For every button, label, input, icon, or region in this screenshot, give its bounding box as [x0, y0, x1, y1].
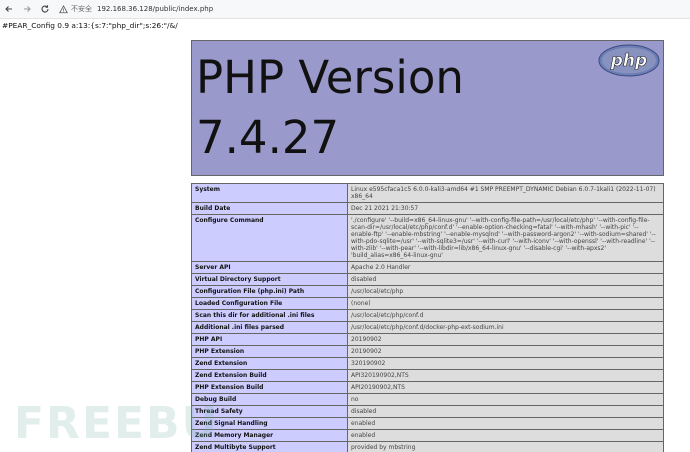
forward-button[interactable] — [18, 0, 36, 19]
row-key: PHP Extension Build — [191, 381, 348, 394]
php-version-header: PHP Version 7.4.27 php — [191, 40, 664, 176]
arrow-left-icon — [5, 6, 12, 12]
title-line-1: PHP Version — [196, 51, 464, 104]
table-row: Additional .ini files parsed/usr/local/e… — [191, 321, 664, 334]
php-info-table: System Linux e595cfaca1c5 6.0.0-kali3-amd… — [191, 183, 664, 452]
row-key: Server API — [191, 261, 348, 274]
table-row: Zend Signal Handling enabled — [191, 417, 664, 430]
row-value: Linux e595cfaca1c5 6.0.0-kali3-amd64 #1 … — [347, 183, 664, 203]
row-value: 20190902 — [347, 333, 664, 346]
row-value: API20190902,NTS — [347, 381, 664, 394]
row-value: disabled — [347, 273, 664, 286]
php-logo[interactable]: php — [598, 44, 660, 77]
table-row: PHP API 20190902 — [191, 333, 664, 346]
php-logo-text: php — [610, 51, 647, 71]
row-value: enabled — [347, 417, 664, 430]
reload-icon — [41, 5, 49, 13]
url-text[interactable]: 192.168.36.128/public/index.php — [97, 5, 213, 13]
row-key: PHP API — [191, 333, 348, 346]
table-row: Configure Command './configure' '--build=… — [191, 214, 664, 262]
row-value: enabled — [347, 429, 664, 442]
table-row: Configuration File (php.ini) Path/usr/lo… — [191, 285, 664, 298]
security-label[interactable]: 不安全 — [71, 4, 92, 14]
freebuf-watermark: FREEBU — [14, 398, 219, 449]
table-row: PHP Extension Build API20190902,NTS — [191, 381, 664, 394]
watermark-text: FREEBU — [14, 398, 220, 449]
table-row: Thread Safety disabled — [191, 405, 664, 418]
row-key: System — [191, 183, 348, 203]
table-row: PHP Extension 20190902 — [191, 345, 664, 358]
row-value: './configure' '--build=x86_64-linux-gnu'… — [347, 214, 664, 262]
row-value: Dec 21 2021 21:30:57 — [347, 202, 664, 215]
row-value: (none) — [347, 297, 664, 310]
row-key: Additional .ini files parsed — [191, 321, 348, 334]
reload-button[interactable] — [36, 0, 54, 19]
table-row: System Linux e595cfaca1c5 6.0.0-kali3-amd… — [191, 183, 664, 203]
table-row: Zend Memory Manager enabled — [191, 429, 664, 442]
row-value: 20190902 — [347, 345, 664, 358]
row-key: Build Date — [191, 202, 348, 215]
row-key: Zend Extension — [191, 357, 348, 370]
table-row: Zend Extension 320190902 — [191, 357, 664, 370]
row-key: Configure Command — [191, 214, 348, 262]
table-row: Loaded Configuration File (none) — [191, 297, 664, 310]
row-value: disabled — [347, 405, 664, 418]
browser-toolbar: 不安全 192.168.36.128/public/index.php — [0, 0, 690, 19]
row-value: Apache 2.0 Handler — [347, 261, 664, 274]
row-value: /usr/local/etc/php/conf.d — [347, 309, 664, 322]
table-row: Zend Extension Build API320190902,NTS — [191, 369, 664, 382]
row-value: /usr/local/etc/php — [347, 285, 664, 298]
arrow-right-icon — [24, 6, 31, 12]
table-row: Virtual Directory Support disabled — [191, 273, 664, 286]
row-key: Loaded Configuration File — [191, 297, 348, 310]
title-line-2: 7.4.27 — [196, 111, 340, 164]
address-bar[interactable]: 不安全 192.168.36.128/public/index.php — [58, 2, 213, 17]
table-row: Debug Build no — [191, 393, 664, 406]
row-value: provided by mbstring — [347, 441, 664, 452]
table-row: Server API Apache 2.0 Handler — [191, 261, 664, 274]
row-key: Scan this dir for additional .ini files — [191, 309, 348, 322]
table-row: Zend Multibyte Support provided by mbstri… — [191, 441, 664, 452]
row-value: /usr/local/etc/php/conf.d/docker-php-ext… — [347, 321, 664, 334]
row-key: Zend Extension Build — [191, 369, 348, 382]
page-title: PHP Version 7.4.27 — [196, 48, 596, 168]
row-value: no — [347, 393, 664, 406]
pear-config-output: #PEAR_Config 0.9 a:13:{s:7:"php_dir";s:2… — [2, 21, 178, 30]
row-key: Configuration File (php.ini) Path — [191, 285, 348, 298]
back-button[interactable] — [0, 0, 18, 19]
warning-icon[interactable] — [58, 4, 68, 14]
row-key: PHP Extension — [191, 345, 348, 358]
table-row: Scan this dir for additional .ini files /… — [191, 309, 664, 322]
table-row: Build Date Dec 21 2021 21:30:57 — [191, 202, 664, 215]
row-key: Virtual Directory Support — [191, 273, 348, 286]
row-value: API320190902,NTS — [347, 369, 664, 382]
row-value: 320190902 — [347, 357, 664, 370]
